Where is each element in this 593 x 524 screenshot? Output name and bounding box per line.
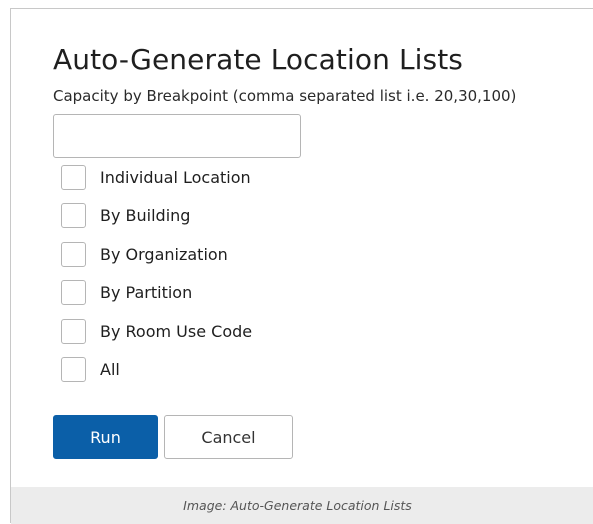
- capacity-breakpoint-input[interactable]: [53, 114, 301, 158]
- option-by-partition[interactable]: By Partition: [61, 274, 252, 313]
- checkbox[interactable]: [61, 164, 86, 190]
- run-button[interactable]: Run: [53, 415, 158, 459]
- checkbox[interactable]: [61, 357, 86, 383]
- checkbox[interactable]: [61, 318, 86, 344]
- dialog-title: Auto-Generate Location Lists: [53, 43, 463, 76]
- option-by-building[interactable]: By Building: [61, 197, 252, 236]
- auto-generate-dialog: Auto-Generate Location Lists Capacity by…: [10, 8, 593, 524]
- option-label: All: [100, 360, 120, 380]
- image-caption: Image: Auto-Generate Location Lists: [183, 498, 412, 513]
- option-label: By Room Use Code: [100, 321, 253, 341]
- cancel-button[interactable]: Cancel: [164, 415, 293, 459]
- option-label: Individual Location: [100, 167, 251, 187]
- image-caption-bar: Image: Auto-Generate Location Lists: [11, 487, 593, 524]
- option-individual-location[interactable]: Individual Location: [61, 158, 252, 197]
- option-label: By Partition: [100, 283, 193, 303]
- option-label: By Building: [100, 206, 191, 226]
- option-label: By Organization: [100, 244, 228, 264]
- checkbox[interactable]: [61, 241, 86, 267]
- option-by-organization[interactable]: By Organization: [61, 235, 252, 274]
- option-all[interactable]: All: [61, 351, 252, 390]
- option-by-room-use-code[interactable]: By Room Use Code: [61, 312, 252, 351]
- checkbox[interactable]: [61, 280, 86, 306]
- checkbox[interactable]: [61, 203, 86, 229]
- list-type-options: Individual Location By Building By Organ…: [61, 158, 252, 389]
- capacity-breakpoint-label: Capacity by Breakpoint (comma separated …: [53, 87, 517, 105]
